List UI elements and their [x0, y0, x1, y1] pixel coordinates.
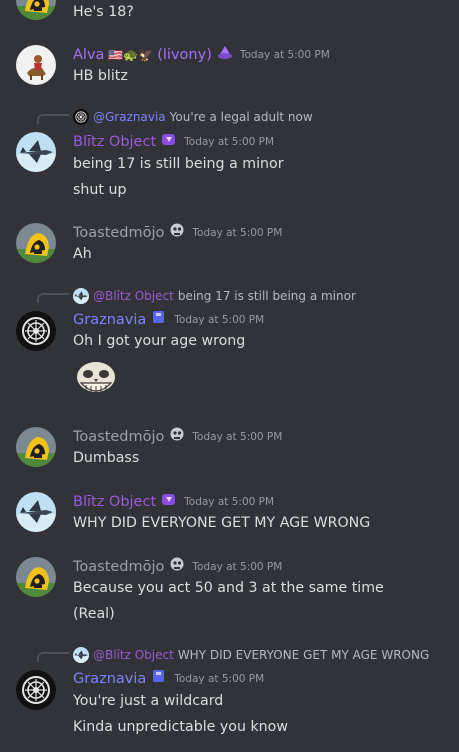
skull-badge-icon [168, 426, 186, 449]
message-text: HB blitz [73, 68, 128, 84]
message-toastedmojo: Toastedmōjo Today at 5:00 PM Ah [0, 222, 459, 272]
skull-badge-icon [168, 222, 186, 245]
chat-message-list: He's 18? Alva 🇺🇸🐢🦅 (livony) Today at 5:0… [0, 0, 459, 752]
message-text: WHY DID EVERYONE GET MY AGE WRONG [73, 515, 371, 531]
blue-flask-icon [150, 668, 168, 691]
purple-spark-icon [160, 491, 178, 514]
message-graznavia-reply: @Blītz Object WHY DID EVERYONE GET MY AG… [0, 646, 459, 752]
message-toastedmojo: Toastedmōjo Today at 5:00 PM Dumbass [0, 426, 459, 476]
message-text: shut up [73, 182, 127, 198]
avatar-toastedmojo[interactable] [16, 557, 56, 597]
avatar-toastedmojo[interactable] [16, 223, 56, 263]
timestamp[interactable]: Today at 5:00 PM [174, 669, 264, 689]
blue-flask-icon [150, 309, 168, 332]
username[interactable]: Alva [73, 45, 104, 65]
avatar-graznavia[interactable] [16, 670, 56, 710]
reply-preview[interactable]: @Blītz Object being 17 is still being a … [73, 287, 356, 305]
message-partial: He's 18? [0, 0, 459, 24]
avatar-toastedmojo[interactable] [16, 427, 56, 467]
reply-spine [37, 652, 69, 662]
avatar-blitz-object[interactable] [16, 492, 56, 532]
timestamp[interactable]: Today at 5:00 PM [184, 132, 274, 152]
username-suffix[interactable]: (livony) [157, 45, 212, 65]
reply-preview[interactable]: @Blītz Object WHY DID EVERYONE GET MY AG… [73, 646, 429, 664]
avatar-graznavia[interactable] [16, 311, 56, 351]
timestamp[interactable]: Today at 5:00 PM [174, 310, 264, 330]
message-graznavia-reply: @Blītz Object being 17 is still being a … [0, 287, 459, 407]
reply-text: WHY DID EVERYONE GET MY AGE WRONG [177, 648, 430, 662]
reply-username[interactable]: @Blītz Object [93, 648, 174, 662]
reply-avatar [73, 109, 89, 125]
timestamp[interactable]: Today at 5:00 PM [184, 492, 274, 512]
message-text: Dumbass [73, 450, 140, 466]
message-text: being 17 is still being a minor [73, 156, 284, 172]
timestamp[interactable]: Today at 5:00 PM [192, 223, 282, 243]
message-text: Oh I got your age wrong [73, 333, 246, 349]
reply-username[interactable]: @Blītz Object [93, 289, 174, 303]
timestamp[interactable]: Today at 5:00 PM [192, 557, 282, 577]
message-blitz-reply: @Graznavia You're a legal adult now Blīt… [0, 108, 459, 204]
timestamp[interactable]: Today at 5:00 PM [240, 45, 330, 65]
username[interactable]: Graznavia [73, 669, 146, 689]
message-text: You're just a wildcard [73, 693, 224, 709]
username[interactable]: Blītz Object [73, 132, 156, 152]
message-alva: Alva 🇺🇸🐢🦅 (livony) Today at 5:00 PM HB b… [0, 44, 459, 94]
reply-text: You're a legal adult now [169, 110, 313, 124]
message-blitz-object: Blītz Object Today at 5:00 PM WHY DID EV… [0, 491, 459, 541]
message-text: He's 18? [73, 4, 134, 20]
username[interactable]: Graznavia [73, 310, 146, 330]
flags-emoji: 🇺🇸🐢🦅 [108, 48, 154, 62]
message-text: Ah [73, 246, 92, 262]
avatar-toastedmojo[interactable] [16, 0, 56, 20]
username[interactable]: Blītz Object [73, 492, 156, 512]
message-text: (Real) [73, 606, 115, 622]
username[interactable]: Toastedmōjo [73, 427, 164, 447]
purple-crystal-icon [216, 44, 234, 67]
reply-preview[interactable]: @Graznavia You're a legal adult now [73, 108, 313, 126]
reply-avatar [73, 288, 89, 304]
avatar-alva[interactable] [16, 45, 56, 85]
username[interactable]: Toastedmōjo [73, 557, 164, 577]
message-text: Kinda unpredictable you know [73, 719, 288, 735]
message-toastedmojo: Toastedmōjo Today at 5:00 PM Because you… [0, 556, 459, 632]
skull-badge-icon [168, 556, 186, 579]
reply-avatar [73, 647, 89, 663]
message-text: Because you act 50 and 3 at the same tim… [73, 580, 384, 596]
reply-username[interactable]: @Graznavia [93, 110, 166, 124]
purple-spark-icon [160, 131, 178, 154]
troll-skull-emoji[interactable] [73, 359, 119, 399]
username[interactable]: Toastedmōjo [73, 223, 164, 243]
reply-spine [37, 114, 69, 124]
reply-spine [37, 293, 69, 303]
timestamp[interactable]: Today at 5:00 PM [192, 427, 282, 447]
reply-text: being 17 is still being a minor [177, 289, 356, 303]
avatar-blitz-object[interactable] [16, 132, 56, 172]
